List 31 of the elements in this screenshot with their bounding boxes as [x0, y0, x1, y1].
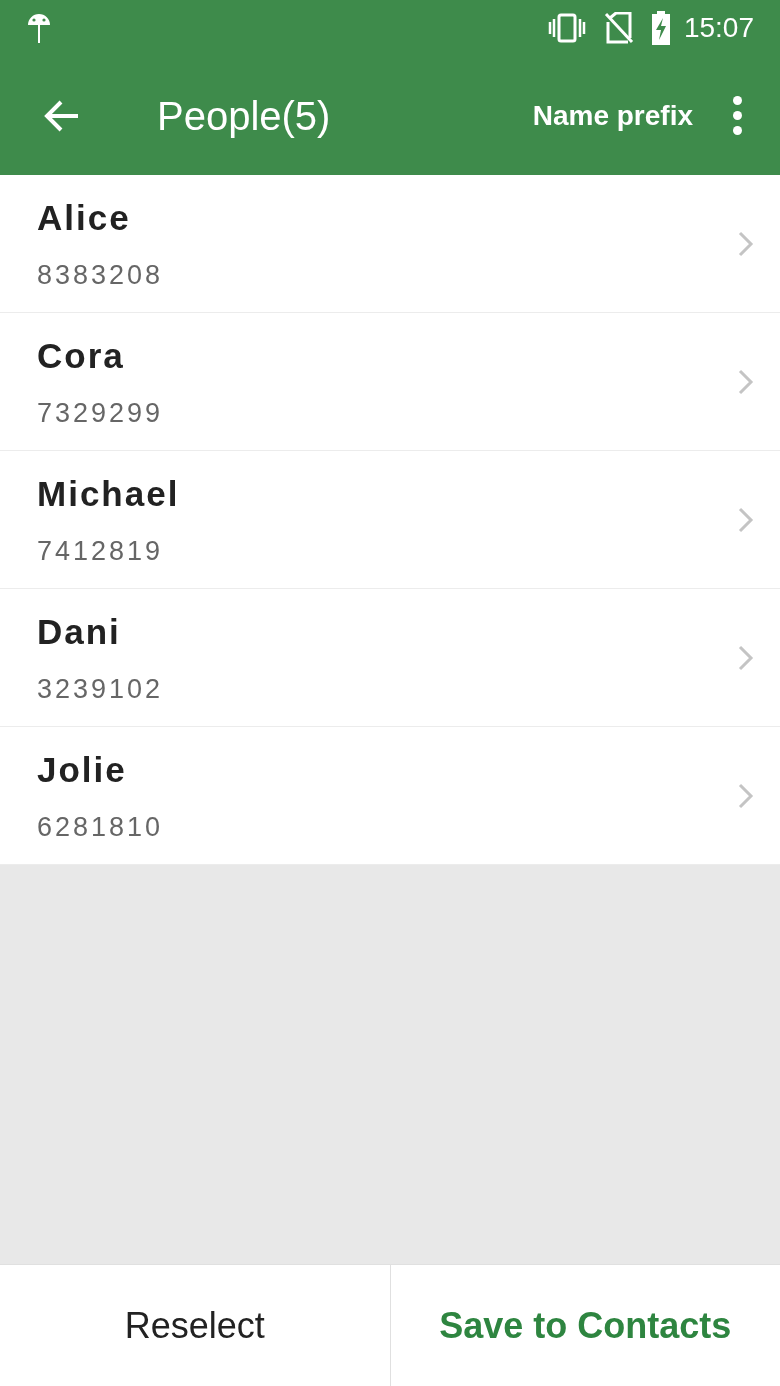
battery-charging-icon — [649, 11, 672, 45]
contact-name: Michael — [37, 473, 181, 515]
contact-number: 8383208 — [37, 258, 165, 292]
chevron-right-icon — [738, 230, 754, 257]
contact-number: 7412819 — [37, 534, 165, 568]
chevron-right-icon — [738, 644, 754, 671]
chevron-right-icon — [738, 506, 754, 533]
contact-name: Alice — [37, 197, 132, 239]
chevron-right-icon — [738, 782, 754, 809]
reselect-button[interactable]: Reselect — [0, 1265, 390, 1386]
contact-row[interactable]: Alice 8383208 — [0, 175, 780, 313]
contact-name: Dani — [37, 611, 122, 653]
contact-row[interactable]: Jolie 6281810 — [0, 727, 780, 865]
clock: 15:07 — [683, 11, 754, 45]
more-options-button[interactable] — [733, 96, 742, 135]
name-prefix-button[interactable]: Name prefix — [532, 94, 693, 137]
contact-number: 3239102 — [37, 672, 165, 706]
vibrate-icon — [547, 13, 586, 43]
contact-row[interactable]: Michael 7412819 — [0, 451, 780, 589]
back-arrow-icon — [42, 98, 80, 133]
save-button[interactable]: Save to Contacts — [389, 1265, 780, 1386]
contact-row[interactable]: Cora 7329299 — [0, 313, 780, 451]
contact-name: Jolie — [37, 749, 128, 791]
contact-name: Cora — [37, 335, 126, 377]
contact-row[interactable]: Dani 3239102 — [0, 589, 780, 727]
screen-title: People(5) — [157, 92, 331, 140]
contact-number: 7329299 — [37, 396, 165, 430]
android-icon — [26, 11, 52, 45]
chevron-right-icon — [738, 368, 754, 395]
no-sim-icon — [603, 12, 634, 44]
contact-number: 6281810 — [37, 810, 165, 844]
